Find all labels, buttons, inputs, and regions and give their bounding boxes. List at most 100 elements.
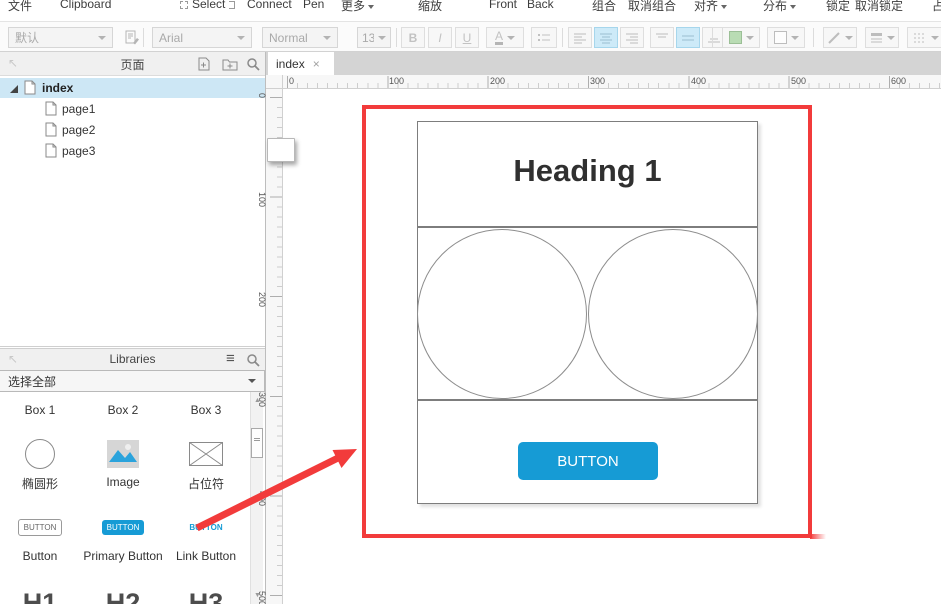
menu-clipboard[interactable]: Clipboard bbox=[60, 0, 111, 11]
library-item-box1-label[interactable]: Box 1 bbox=[0, 403, 82, 417]
border-style-button[interactable] bbox=[907, 27, 941, 48]
library-item-button-label: Button bbox=[0, 549, 82, 563]
line-weight-button[interactable] bbox=[865, 27, 899, 48]
style-preset-select[interactable]: 默认 bbox=[8, 27, 113, 48]
tree-item-index[interactable]: index bbox=[0, 78, 265, 98]
primary-button-widget-icon: BUTTON bbox=[102, 520, 145, 535]
menu-pen[interactable]: Pen bbox=[303, 0, 324, 11]
list-bullets-icon bbox=[537, 32, 551, 44]
menu-more[interactable]: 更多 bbox=[341, 0, 374, 14]
valign-top-button[interactable] bbox=[650, 27, 674, 48]
add-folder-icon[interactable] bbox=[222, 57, 238, 71]
link-button-widget-icon: BUTTON bbox=[184, 520, 227, 535]
page-icon bbox=[24, 80, 36, 95]
library-item-h2[interactable]: H2 bbox=[81, 588, 165, 604]
search-icon[interactable] bbox=[246, 57, 260, 71]
menu-connect[interactable]: Connect bbox=[247, 0, 292, 11]
close-tab-icon[interactable]: × bbox=[313, 57, 320, 71]
fill-color-button[interactable] bbox=[722, 27, 760, 48]
tree-item-page1[interactable]: page1 bbox=[0, 99, 265, 119]
library-item-h3[interactable]: H3 bbox=[164, 588, 248, 604]
align-center-button[interactable] bbox=[594, 27, 618, 48]
panel-splitter-handle[interactable] bbox=[267, 138, 295, 162]
chevron-down-icon bbox=[845, 36, 853, 40]
horizontal-ruler: 0 100 200 300 400 500 600 bbox=[283, 75, 941, 89]
font-color-button[interactable]: A bbox=[486, 27, 524, 48]
library-item-placeholder[interactable] bbox=[164, 438, 248, 470]
scrollbar-thumb[interactable] bbox=[251, 428, 263, 458]
menu-ungroup[interactable]: 取消组合 bbox=[628, 0, 676, 14]
align-center-icon bbox=[599, 32, 613, 44]
placeholder-icon bbox=[189, 442, 223, 466]
page-icon bbox=[45, 101, 57, 116]
library-item-box3-label[interactable]: Box 3 bbox=[164, 403, 248, 417]
shadow-color-button[interactable] bbox=[767, 27, 805, 48]
underline-button[interactable]: U bbox=[455, 27, 479, 48]
font-family-select[interactable]: Arial bbox=[152, 27, 252, 48]
align-right-icon bbox=[625, 32, 639, 44]
menu-bar: 文件 Clipboard Select Connect Pen 更多 缩放 Fr… bbox=[0, 0, 941, 15]
library-item-image[interactable] bbox=[81, 438, 165, 470]
valign-middle-icon bbox=[681, 32, 695, 44]
ellipse-icon bbox=[25, 439, 55, 469]
menu-lock[interactable]: 锁定 bbox=[826, 0, 850, 14]
menu-clipped-item[interactable]: 占 bbox=[932, 0, 941, 14]
axure-app-window: 文件 Clipboard Select Connect Pen 更多 缩放 Fr… bbox=[0, 0, 941, 604]
search-icon[interactable] bbox=[246, 353, 260, 367]
format-painter-button[interactable] bbox=[120, 27, 144, 48]
font-weight-select[interactable]: Normal bbox=[262, 27, 338, 48]
menu-back[interactable]: Back bbox=[527, 0, 554, 11]
bold-button[interactable]: B bbox=[401, 27, 425, 48]
pages-panel-header: ↖ 页面 bbox=[0, 52, 265, 76]
menu-file[interactable]: 文件 bbox=[8, 0, 32, 14]
menu-distribute[interactable]: 分布 bbox=[763, 0, 796, 14]
font-size-select[interactable]: 13 bbox=[357, 27, 391, 48]
menu-zoom[interactable]: 缩放 bbox=[418, 0, 442, 14]
library-item-image-label: Image bbox=[81, 475, 165, 489]
menu-group[interactable]: 组合 bbox=[592, 0, 616, 14]
library-item-link-button-label: Link Button bbox=[164, 549, 248, 563]
hamburger-menu-icon[interactable]: ≡ bbox=[226, 350, 235, 367]
tree-item-page2[interactable]: page2 bbox=[0, 120, 265, 140]
image-icon bbox=[107, 440, 139, 468]
library-item-ellipse[interactable] bbox=[0, 438, 82, 470]
line-color-button[interactable] bbox=[823, 27, 857, 48]
pages-tree: index page1 page2 page3 bbox=[0, 76, 265, 347]
page-icon bbox=[45, 122, 57, 137]
library-item-box2-label[interactable]: Box 2 bbox=[81, 403, 165, 417]
tree-item-page3[interactable]: page3 bbox=[0, 141, 265, 161]
menu-align[interactable]: 对齐 bbox=[694, 0, 727, 14]
format-toolbar: 默认 Arial Normal 13 B I U A bbox=[0, 22, 941, 52]
valign-top-icon bbox=[655, 32, 669, 44]
library-item-link-button[interactable]: BUTTON bbox=[164, 518, 248, 536]
valign-middle-button[interactable] bbox=[676, 27, 700, 48]
line-weight-icon bbox=[870, 32, 883, 44]
library-item-button[interactable]: BUTTON bbox=[0, 518, 82, 536]
align-right-button[interactable] bbox=[620, 27, 644, 48]
menu-front[interactable]: Front bbox=[489, 0, 517, 11]
page-icon bbox=[45, 143, 57, 158]
libraries-panel-header: ↖ Libraries ≡ bbox=[0, 348, 265, 370]
add-page-icon[interactable] bbox=[197, 57, 211, 71]
vertical-ruler: 0 100 200 300 400 500 bbox=[266, 89, 283, 604]
chevron-down-icon bbox=[248, 379, 256, 383]
chevron-down-icon bbox=[721, 5, 727, 9]
valign-bottom-icon bbox=[707, 32, 721, 44]
list-bullets-button[interactable] bbox=[531, 27, 557, 48]
chevron-down-icon bbox=[887, 36, 895, 40]
menu-unlock[interactable]: 取消锁定 bbox=[855, 0, 903, 14]
align-left-button[interactable] bbox=[568, 27, 592, 48]
chevron-down-icon bbox=[323, 36, 331, 40]
border-style-icon bbox=[913, 32, 927, 44]
tree-expanded-icon[interactable] bbox=[10, 85, 18, 93]
ruler-corner bbox=[266, 75, 283, 89]
library-item-h1[interactable]: H1 bbox=[0, 588, 82, 604]
fill-color-swatch bbox=[729, 31, 742, 44]
library-filter-select[interactable]: 选择全部 bbox=[0, 370, 265, 392]
italic-button[interactable]: I bbox=[428, 27, 452, 48]
library-item-primary-button[interactable]: BUTTON bbox=[81, 518, 165, 536]
chevron-down-icon bbox=[507, 36, 515, 40]
menu-select-mode[interactable]: Select bbox=[180, 0, 235, 11]
tab-index[interactable]: index × bbox=[268, 52, 334, 75]
format-painter-icon bbox=[124, 30, 140, 46]
